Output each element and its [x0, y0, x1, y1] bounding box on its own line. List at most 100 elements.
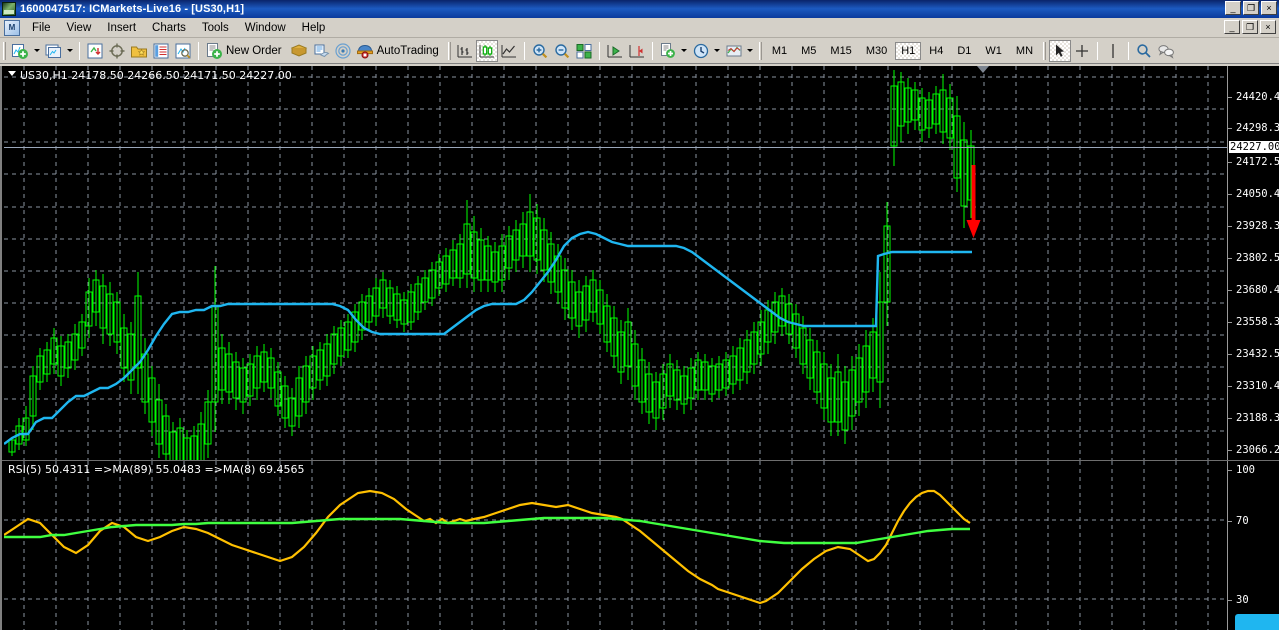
menu-item-tools[interactable]: Tools [194, 20, 237, 36]
rsi-pane[interactable]: RSI(5) 50.4311 =>MA(89) 55.0483 =>MA(8) … [2, 460, 1279, 630]
autotrading-icon[interactable] [354, 40, 376, 62]
expert-advisors-icon[interactable] [310, 40, 332, 62]
chart-corner-badge [1235, 614, 1279, 630]
price-plot-area[interactable] [4, 66, 1227, 460]
axis-tick [1228, 128, 1232, 129]
timeframe-mn[interactable]: MN [1010, 42, 1039, 60]
timeframe-m5[interactable]: M5 [795, 42, 822, 60]
new-order-label[interactable]: New Order [225, 45, 288, 57]
restore-button[interactable]: ❐ [1243, 1, 1259, 15]
toolbar-grip-4[interactable] [1043, 41, 1047, 60]
cursor-icon[interactable] [1049, 39, 1072, 62]
templates-dropdown-icon[interactable] [745, 40, 756, 62]
menu-item-insert[interactable]: Insert [99, 20, 144, 36]
timeframe-m15[interactable]: M15 [824, 42, 857, 60]
mdi-restore-button[interactable]: ❐ [1242, 20, 1258, 34]
price-axis-label: 23558.30 [1236, 316, 1279, 328]
strategy-tester-icon[interactable] [172, 40, 194, 62]
toolbar-separator-3 [523, 41, 525, 60]
toolbar-separator [79, 41, 80, 60]
zoom-out-icon[interactable] [551, 40, 573, 62]
window-controls: _ ❐ × [1225, 1, 1277, 15]
price-axis-label: 23432.50 [1236, 348, 1279, 360]
new-chart-dropdown-icon[interactable] [31, 40, 42, 62]
pane-collapse-icon[interactable] [8, 71, 16, 76]
templates-icon[interactable] [723, 40, 745, 62]
periods-dropdown-icon[interactable] [712, 40, 723, 62]
rsi-chart-svg [4, 461, 1227, 630]
timeframe-m1[interactable]: M1 [766, 42, 793, 60]
toolbar-separator-7 [1128, 41, 1130, 60]
mdi-close-button[interactable]: × [1260, 20, 1276, 34]
zoom-in-icon[interactable] [529, 40, 551, 62]
timeframe-d1[interactable]: D1 [951, 42, 977, 60]
menu-item-window[interactable]: Window [237, 20, 294, 36]
price-axis-label: 24172.50 [1236, 156, 1279, 168]
axis-tick [1228, 354, 1232, 355]
terminal-icon[interactable] [150, 40, 172, 62]
rsi-axis-label: 70 [1236, 515, 1249, 527]
new-chart-icon[interactable] [9, 40, 31, 62]
chart-profiles-icon[interactable] [42, 40, 64, 62]
menu-item-view[interactable]: View [59, 20, 100, 36]
toolbar-grip[interactable] [3, 41, 6, 60]
signals-icon[interactable] [332, 40, 354, 62]
candlestick-chart-icon[interactable] [475, 39, 498, 62]
menu-item-help[interactable]: Help [294, 20, 334, 36]
minimize-button[interactable]: _ [1225, 1, 1241, 15]
auto-scroll-icon[interactable] [604, 40, 626, 62]
zoom-tool-icon[interactable] [1133, 40, 1155, 62]
timeframe-w1[interactable]: W1 [979, 42, 1008, 60]
axis-tick [1228, 600, 1232, 601]
toolbar-separator-6 [1097, 41, 1099, 60]
market-watch-icon[interactable] [84, 40, 106, 62]
new-order-icon[interactable] [203, 40, 225, 62]
title-bar: 1600047517: ICMarkets-Live16 - [US30,H1]… [0, 0, 1279, 18]
mdi-minimize-button[interactable]: _ [1224, 20, 1240, 34]
timeframe-h4[interactable]: H4 [923, 42, 949, 60]
rsi-axis[interactable]: 100 70 30 [1227, 461, 1279, 630]
price-axis[interactable]: 24420.40 24298.30 24172.50 24050.40 2392… [1227, 66, 1279, 460]
price-axis-label: 24050.40 [1236, 188, 1279, 200]
crosshair-icon[interactable] [1071, 40, 1093, 62]
axis-tick [1228, 470, 1232, 471]
menu-item-file[interactable]: File [24, 20, 59, 36]
data-window-icon[interactable] [106, 40, 128, 62]
axis-tick [1228, 386, 1232, 387]
axis-tick [1228, 226, 1232, 227]
text-balloon-icon[interactable] [1155, 40, 1177, 62]
mdi-window-controls: _ ❐ × [1224, 20, 1276, 34]
current-price-tag: 24227.00 [1229, 141, 1279, 153]
bar-chart-icon[interactable] [454, 40, 476, 62]
metaeditor-icon[interactable] [288, 40, 310, 62]
current-price-line [4, 147, 1227, 148]
price-axis-label: 23802.50 [1236, 252, 1279, 264]
autotrading-label[interactable]: AutoTrading [376, 45, 445, 57]
chart-workspace[interactable]: US30,H1 24178.50 24266.50 24171.50 24227… [0, 66, 1279, 630]
toolbar-grip-3[interactable] [758, 41, 762, 60]
line-chart-icon[interactable] [498, 40, 520, 62]
price-pane[interactable]: US30,H1 24178.50 24266.50 24171.50 24227… [2, 66, 1279, 460]
tile-windows-icon[interactable] [573, 40, 595, 62]
chart-profiles-dropdown-icon[interactable] [64, 40, 75, 62]
indicators-dropdown-icon[interactable] [679, 40, 690, 62]
chart-shift-marker[interactable] [977, 66, 989, 73]
timeframe-h1[interactable]: H1 [895, 41, 922, 60]
rsi-plot-area[interactable] [4, 461, 1227, 630]
mdi-app-icon[interactable] [4, 19, 20, 36]
periods-icon[interactable] [690, 40, 712, 62]
close-button[interactable]: × [1261, 1, 1277, 15]
menu-item-charts[interactable]: Charts [144, 20, 194, 36]
toolbar-grip-2[interactable] [447, 41, 451, 60]
timeframe-m30[interactable]: M30 [860, 42, 893, 60]
price-axis-label: 23680.40 [1236, 284, 1279, 296]
navigator-icon[interactable] [128, 40, 150, 62]
indicators-icon[interactable] [657, 40, 679, 62]
vertical-line-icon[interactable] [1102, 40, 1124, 62]
axis-tick [1228, 290, 1232, 291]
chart-shift-icon[interactable] [626, 40, 648, 62]
axis-tick [1228, 322, 1232, 323]
price-axis-label: 23188.30 [1236, 412, 1279, 424]
chart-window[interactable]: US30,H1 24178.50 24266.50 24171.50 24227… [0, 66, 1279, 630]
toolbar-separator-2 [198, 41, 199, 60]
